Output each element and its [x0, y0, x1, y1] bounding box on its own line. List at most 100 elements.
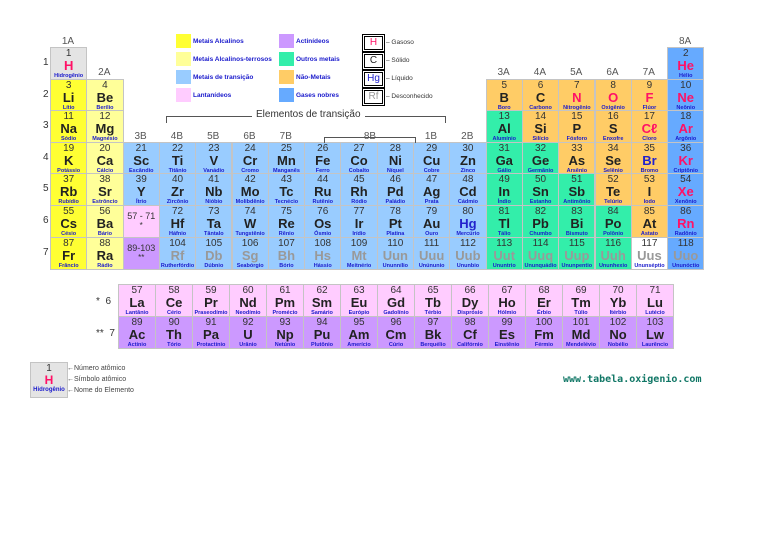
element-cell-ni[interactable]: 28 Ni Níquel [376, 142, 414, 175]
element-cell-uut[interactable]: 113 Uut Ununtrio [485, 237, 523, 270]
element-cell-th[interactable]: 90 Th Tório [155, 316, 193, 349]
element-cell-bi[interactable]: 83 Bi Bismuto [558, 205, 596, 238]
element-cell-uuq[interactable]: 114 Uuq Ununquádio [521, 237, 560, 270]
element-cell-cf[interactable]: 98 Cf Califórnio [451, 316, 489, 349]
element-cell-uub[interactable]: 112 Uub Ununbio [449, 237, 487, 270]
element-cell-si[interactable]: 14 Si Silício [521, 110, 560, 143]
element-cell-gd[interactable]: 64 Gd Gadolínio [377, 284, 415, 317]
element-cell-bh[interactable]: 107 Bh Bório [267, 237, 306, 270]
element-cell-db[interactable]: 105 Db Dúbnio [195, 237, 233, 270]
element-cell-nd[interactable]: 60 Nd Neodímio [229, 284, 267, 317]
element-cell-br[interactable]: 35 Br Bromo [630, 142, 669, 175]
element-cell-be[interactable]: 4 Be Berílio [86, 79, 124, 112]
element-cell-pa[interactable]: 91 Pa Protactínio [192, 316, 230, 349]
element-cell-uun[interactable]: 110 Uun Ununnílio [376, 237, 414, 270]
website-link[interactable]: www.tabela.oxigenio.com [563, 374, 701, 385]
element-cell-yb[interactable]: 70 Yb Itérbio [599, 284, 637, 317]
element-cell-sm[interactable]: 62 Sm Samário [303, 284, 341, 317]
element-cell-uuh[interactable]: 116 Uuh Ununhexio [594, 237, 632, 270]
element-cell-au[interactable]: 79 Au Ouro [413, 205, 451, 238]
element-cell-re[interactable]: 75 Re Rênio [267, 205, 306, 238]
element-cell-cu[interactable]: 29 Cu Cobre [413, 142, 451, 175]
element-cell-tc[interactable]: 43 Tc Tecnécio [267, 173, 306, 206]
element-cell-f[interactable]: 9 F Flúor [630, 79, 669, 112]
placeholder-lan[interactable]: 57 - 71 * [122, 205, 160, 238]
element-cell-h[interactable]: 1 H Hidrogênio [50, 47, 88, 80]
element-cell-sg[interactable]: 106 Sg Seabórgio [231, 237, 269, 270]
element-cell-cℓ[interactable]: 17 Cℓ Cloro [630, 110, 669, 143]
element-cell-al[interactable]: 13 Al Alumínio [485, 110, 523, 143]
element-cell-np[interactable]: 93 Np Netúnio [266, 316, 304, 349]
element-cell-kr[interactable]: 36 Kr Criptônio [667, 142, 705, 175]
element-cell-pm[interactable]: 61 Pm Promécio [266, 284, 304, 317]
element-cell-rh[interactable]: 45 Rh Ródio [340, 173, 378, 206]
element-cell-y[interactable]: 39 Y Ítrio [122, 173, 160, 206]
element-cell-c[interactable]: 6 C Carbono [521, 79, 560, 112]
element-cell-fr[interactable]: 87 Fr Frâncio [50, 237, 88, 270]
element-cell-nb[interactable]: 41 Nb Nióbio [195, 173, 233, 206]
element-cell-b[interactable]: 5 B Boro [485, 79, 523, 112]
element-cell-xe[interactable]: 54 Xe Xenônio [667, 173, 705, 206]
element-cell-rb[interactable]: 37 Rb Rubídio [50, 173, 88, 206]
element-cell-ca[interactable]: 20 Ca Cálcio [86, 142, 124, 175]
element-cell-po[interactable]: 84 Po Polônio [594, 205, 632, 238]
element-cell-md[interactable]: 101 Md Mendelévio [562, 316, 600, 349]
element-cell-lw[interactable]: 103 Lw Laurêncio [636, 316, 674, 349]
element-cell-bk[interactable]: 97 Bk Berquélio [414, 316, 452, 349]
element-cell-am[interactable]: 95 Am Amerício [340, 316, 378, 349]
element-cell-eu[interactable]: 63 Eu Európio [340, 284, 378, 317]
element-cell-co[interactable]: 27 Co Cobalto [340, 142, 378, 175]
placeholder-act[interactable]: 89-103 ** [122, 237, 160, 270]
element-cell-ce[interactable]: 58 Ce Cério [155, 284, 193, 317]
element-cell-ra[interactable]: 88 Ra Rádio [86, 237, 124, 270]
element-cell-n[interactable]: 7 N Nitrogênio [558, 79, 596, 112]
element-cell-mo[interactable]: 42 Mo Molibdênio [231, 173, 269, 206]
element-cell-sb[interactable]: 51 Sb Antimônio [558, 173, 596, 206]
element-cell-te[interactable]: 52 Te Telúrio [594, 173, 632, 206]
element-cell-cr[interactable]: 24 Cr Cromo [231, 142, 269, 175]
element-cell-w[interactable]: 74 W Tungstênio [231, 205, 269, 238]
element-cell-rf[interactable]: 104 Rf Rutherfórdio [158, 237, 197, 270]
element-cell-v[interactable]: 23 V Vanádio [195, 142, 233, 175]
element-cell-p[interactable]: 15 P Fósforo [558, 110, 596, 143]
element-cell-no[interactable]: 102 No Nobélio [599, 316, 637, 349]
element-cell-ba[interactable]: 56 Ba Bário [86, 205, 124, 238]
element-cell-se[interactable]: 34 Se Selênio [594, 142, 632, 175]
element-cell-cs[interactable]: 55 Cs Césio [50, 205, 88, 238]
element-cell-pb[interactable]: 82 Pb Chumbo [521, 205, 560, 238]
element-cell-rn[interactable]: 86 Rn Radônio [667, 205, 705, 238]
element-cell-uus[interactable]: 117 Uus Ununséptio [630, 237, 669, 270]
element-cell-na[interactable]: 11 Na Sódio [50, 110, 88, 143]
element-cell-fe[interactable]: 26 Fe Ferro [304, 142, 342, 175]
element-cell-tm[interactable]: 69 Tm Túlio [562, 284, 600, 317]
element-cell-hg[interactable]: 80 Hg Mercúrio [449, 205, 487, 238]
element-cell-mg[interactable]: 12 Mg Magnésio [86, 110, 124, 143]
element-cell-pr[interactable]: 59 Pr Praseodímio [192, 284, 230, 317]
element-cell-cd[interactable]: 48 Cd Cádmio [449, 173, 487, 206]
element-cell-ga[interactable]: 31 Ga Gálio [485, 142, 523, 175]
element-cell-ag[interactable]: 47 Ag Prata [413, 173, 451, 206]
element-cell-la[interactable]: 57 La Lantânio [118, 284, 156, 317]
element-cell-ru[interactable]: 44 Ru Rutênio [304, 173, 342, 206]
element-cell-dy[interactable]: 66 Dy Disprósio [451, 284, 489, 317]
element-cell-ta[interactable]: 73 Ta Tântalo [195, 205, 233, 238]
element-cell-uuo[interactable]: 118 Uuo Ununóctio [667, 237, 705, 270]
element-cell-mt[interactable]: 109 Mt Meitnério [340, 237, 378, 270]
element-cell-ti[interactable]: 22 Ti Titânio [158, 142, 197, 175]
element-cell-cm[interactable]: 96 Cm Cúrio [377, 316, 415, 349]
element-cell-u[interactable]: 92 U Urânio [229, 316, 267, 349]
element-cell-ho[interactable]: 67 Ho Hólmio [488, 284, 526, 317]
element-cell-lu[interactable]: 71 Lu Lutécio [636, 284, 674, 317]
element-cell-fm[interactable]: 100 Fm Férmio [525, 316, 563, 349]
element-cell-es[interactable]: 99 Es Einstênio [488, 316, 526, 349]
element-cell-ne[interactable]: 10 Ne Neônio [667, 79, 705, 112]
element-cell-ir[interactable]: 77 Ir Irídio [340, 205, 378, 238]
element-cell-o[interactable]: 8 O Oxigênio [594, 79, 632, 112]
element-cell-pd[interactable]: 46 Pd Paládio [376, 173, 414, 206]
element-cell-ar[interactable]: 18 Ar Argônio [667, 110, 705, 143]
element-cell-uup[interactable]: 115 Uup Ununpentio [558, 237, 596, 270]
element-cell-he[interactable]: 2 He Hélio [667, 47, 705, 80]
element-cell-sr[interactable]: 38 Sr Estrôncio [86, 173, 124, 206]
element-cell-hf[interactable]: 72 Hf Háfnio [158, 205, 197, 238]
element-cell-li[interactable]: 3 Li Lítio [50, 79, 88, 112]
